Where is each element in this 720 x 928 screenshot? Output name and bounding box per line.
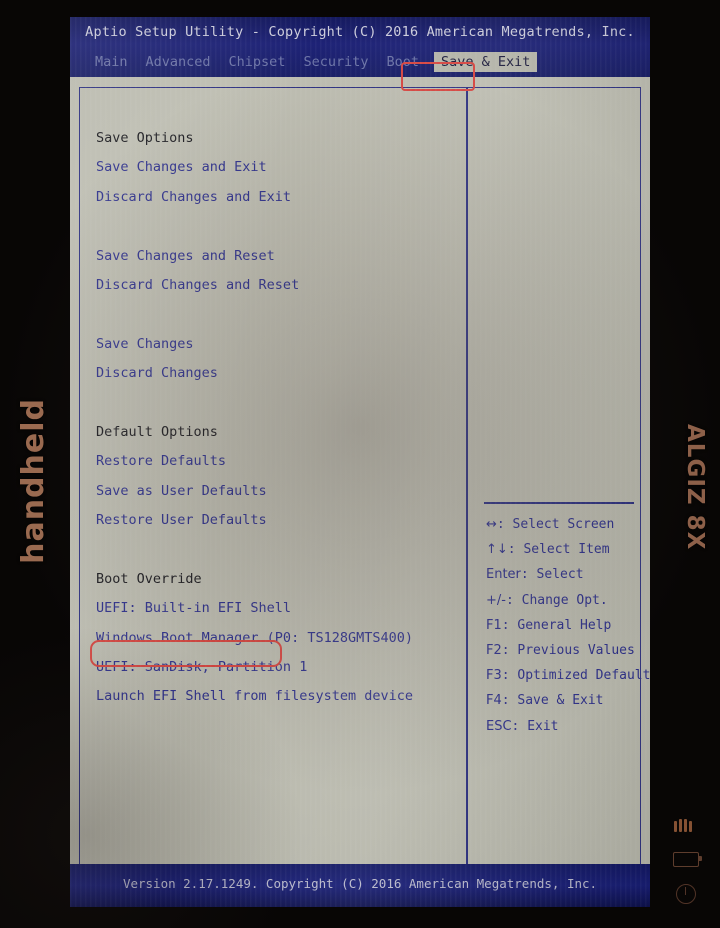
help-key-description: : Save & Exit — [501, 693, 604, 709]
option-item[interactable]: Restore Defaults — [94, 447, 454, 476]
option-item[interactable]: Restore User Defaults — [94, 506, 454, 535]
help-key-glyph: Enter — [486, 567, 521, 583]
help-key-description: : Change Opt. — [505, 592, 608, 608]
help-key-glyph: F2 — [486, 642, 502, 658]
option-item[interactable]: UEFI: SanDisk, Partition 1 — [94, 653, 454, 682]
help-key-glyph: F1 — [486, 617, 502, 633]
bios-content-frame: Save Options Save Changes and Exit Discard… — [79, 87, 650, 884]
bios-title-bar: Aptio Setup Utility - Copyright (C) 2016… — [70, 17, 650, 77]
tab-chipset[interactable]: Chipset — [226, 53, 289, 71]
help-panel-separator — [484, 502, 634, 504]
help-key-glyph: F4 — [486, 693, 502, 709]
option-spacer — [94, 212, 454, 241]
help-key-glyph: +/- — [486, 592, 506, 608]
panel-divider — [466, 88, 468, 883]
help-key-list: ↔: Select Screen ↑↓: Select Item Enter: Se… — [486, 512, 650, 739]
option-group-header: Default Options — [96, 423, 218, 440]
help-panel: ↔: Select Screen ↑↓: Select Item Enter: Se… — [482, 88, 650, 883]
option-group-header: Boot Override — [96, 570, 202, 587]
help-key-description: : Select Screen — [496, 517, 615, 532]
help-key-row: ESC: Exit — [486, 714, 642, 739]
tab-boot[interactable]: Boot — [383, 53, 422, 71]
option-item[interactable]: Discard Changes and Exit — [94, 183, 454, 212]
help-key-glyph: ↔ — [486, 517, 497, 532]
option-group-header: Save Options — [96, 130, 194, 146]
help-key-row: F3: Optimized Defaults — [486, 663, 650, 688]
tab-security[interactable]: Security — [300, 53, 371, 71]
rugged-tablet-device: handheld ALGIZ 8X Aptio Setup Utility - … — [0, 0, 720, 928]
bezel-brand-left: handheld — [16, 398, 51, 564]
help-key-row: F1: General Help — [486, 613, 642, 638]
help-key-row: ↑↓: Select Item — [486, 537, 642, 562]
help-key-description: : Previous Values — [501, 642, 635, 658]
option-spacer — [94, 535, 454, 564]
option-item[interactable]: Launch EFI Shell from filesystem device — [94, 682, 454, 711]
help-key-row: +/-: Change Opt. — [486, 588, 642, 613]
help-key-row: ↔: Select Screen — [486, 512, 642, 537]
help-key-description: : General Help — [501, 617, 612, 633]
bios-title: Aptio Setup Utility - Copyright (C) 2016… — [85, 24, 635, 40]
help-key-glyph: ↑↓ — [486, 542, 508, 558]
help-key-glyph: F3 — [486, 668, 502, 684]
bezel-brand-right: ALGIZ 8X — [682, 424, 708, 551]
help-key-row: F2: Previous Values — [486, 638, 642, 663]
help-key-description: : Optimized Defaults — [501, 668, 650, 684]
help-key-row: Enter: Select — [486, 562, 642, 587]
tab-advanced[interactable]: Advanced — [143, 53, 214, 71]
battery-icon — [673, 852, 702, 867]
option-spacer — [94, 389, 454, 418]
help-key-description: : Exit — [511, 718, 559, 734]
option-item[interactable]: Save Changes — [94, 330, 454, 359]
option-item[interactable]: Save Changes and Reset — [94, 242, 454, 271]
bios-version-bar: Version 2.17.1249. Copyright (C) 2016 Am… — [70, 864, 650, 907]
option-item[interactable]: Discard Changes — [94, 359, 454, 388]
option-item[interactable]: Discard Changes and Reset — [94, 271, 454, 300]
option-item[interactable]: Save Changes and Exit — [94, 153, 454, 182]
help-key-description: : Select — [520, 567, 584, 583]
bios-version-text: Version 2.17.1249. Copyright (C) 2016 Am… — [122, 876, 598, 891]
tab-save-exit[interactable]: Save & Exit — [434, 52, 538, 72]
bios-screen: Aptio Setup Utility - Copyright (C) 2016… — [70, 17, 650, 907]
option-item[interactable]: UEFI: Built-in EFI Shell — [94, 594, 454, 623]
option-item[interactable]: Windows Boot Manager (P0: TS128GMTS400) — [94, 624, 454, 653]
save-exit-option-list[interactable]: Save Options Save Changes and Exit Discard… — [94, 124, 454, 712]
signal-icon — [674, 819, 696, 832]
option-item[interactable]: Save as User Defaults — [94, 477, 454, 506]
option-spacer — [94, 300, 454, 329]
bios-menu-tabs[interactable]: Main Advanced Chipset Security Boot Save & Ex… — [92, 51, 538, 73]
power-icon[interactable] — [676, 884, 696, 904]
help-key-glyph: ESC — [486, 718, 512, 734]
help-key-row: F4: Save & Exit — [486, 688, 642, 713]
help-key-description: : Select Item — [507, 542, 610, 558]
tab-main[interactable]: Main — [92, 53, 131, 71]
